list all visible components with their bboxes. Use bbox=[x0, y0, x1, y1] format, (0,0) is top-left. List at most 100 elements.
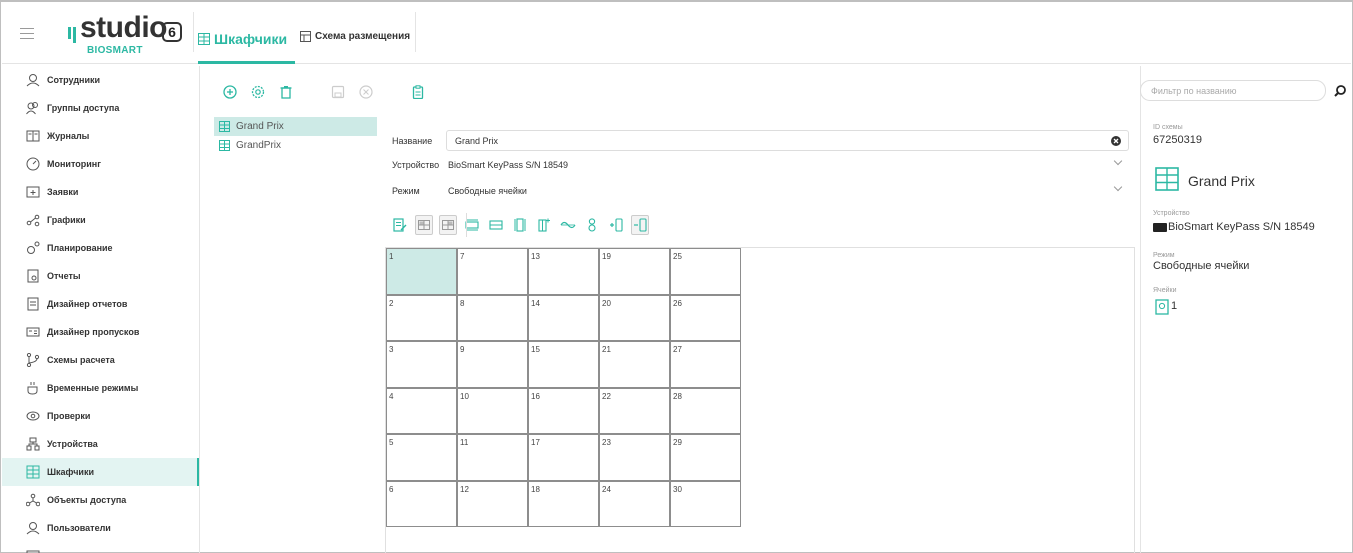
link-icon[interactable] bbox=[559, 215, 577, 235]
sidebar-item-label: Группы доступа bbox=[47, 103, 120, 113]
sidebar-item-partial[interactable] bbox=[2, 542, 199, 553]
clear-icon[interactable] bbox=[1111, 136, 1121, 146]
device-select[interactable]: BioSmart KeyPass S/N 18549 bbox=[448, 160, 568, 170]
sidebar-item[interactable]: Объекты доступа bbox=[2, 486, 199, 514]
sidebar-item-label: Мониторинг bbox=[47, 159, 101, 169]
device-label: Устройство bbox=[392, 160, 440, 170]
name-field[interactable]: Grand Prix bbox=[446, 130, 1129, 151]
sidebar-item[interactable]: Проверки bbox=[2, 402, 199, 430]
column-add-icon[interactable] bbox=[535, 215, 553, 235]
header-divider bbox=[415, 12, 416, 52]
sidebar-item-label: Схемы расчета bbox=[47, 355, 115, 365]
clipboard-icon[interactable] bbox=[410, 84, 426, 100]
locker-cell[interactable]: 7 bbox=[457, 248, 528, 295]
locker-cell[interactable]: 1 bbox=[386, 248, 457, 295]
locker-cell[interactable]: 25 bbox=[670, 248, 741, 295]
add-cell-icon[interactable] bbox=[607, 215, 625, 235]
add-icon[interactable] bbox=[222, 84, 238, 100]
sidebar-item-label: Устройства bbox=[47, 439, 98, 449]
locker-cell[interactable]: 29 bbox=[670, 434, 741, 481]
locker-cell[interactable]: 24 bbox=[599, 480, 670, 527]
name-value: Grand Prix bbox=[455, 135, 499, 146]
sidebar-item[interactable]: Журналы bbox=[2, 122, 199, 150]
sidebar-item-label: Графики bbox=[47, 215, 86, 225]
menu-icon[interactable] bbox=[20, 28, 34, 40]
list-item[interactable]: Grand Prix bbox=[214, 117, 377, 136]
locker-cell[interactable]: 21 bbox=[599, 341, 670, 388]
locker-cell[interactable]: 4 bbox=[386, 387, 457, 434]
list-item-label: Grand Prix bbox=[236, 121, 284, 132]
locker-cell[interactable]: 12 bbox=[457, 480, 528, 527]
locker-cell[interactable]: 6 bbox=[386, 480, 457, 527]
filter-input[interactable]: Фильтр по названию bbox=[1140, 80, 1326, 101]
list-item[interactable]: GrandPrix bbox=[214, 136, 377, 155]
sidebar-item[interactable]: Графики bbox=[2, 206, 199, 234]
locker-cell[interactable]: 10 bbox=[457, 387, 528, 434]
sidebar-item[interactable]: Схемы расчета bbox=[2, 346, 199, 374]
locker-cell[interactable]: 26 bbox=[670, 294, 741, 341]
sidebar-item[interactable]: Шкафчики bbox=[2, 458, 199, 486]
tab-lockers-label: Шкафчики bbox=[214, 31, 288, 47]
locker-cell[interactable]: 11 bbox=[457, 434, 528, 481]
tab-lockers[interactable]: Шкафчики bbox=[198, 29, 287, 49]
locker-cell[interactable]: 18 bbox=[528, 480, 599, 527]
sidebar-item-label: Отчеты bbox=[47, 271, 81, 281]
mode-value: Свободные ячейки bbox=[1153, 260, 1250, 272]
column-width-icon[interactable] bbox=[511, 215, 529, 235]
tab-layout-scheme[interactable]: Схема размещения bbox=[300, 31, 410, 42]
locker-cell[interactable]: 13 bbox=[528, 248, 599, 295]
key-icon[interactable] bbox=[583, 215, 601, 235]
cells-value: 1 bbox=[1171, 300, 1178, 312]
name-label: Название bbox=[392, 136, 433, 146]
request-icon bbox=[26, 185, 40, 199]
sidebar-item-label: Шкафчики bbox=[47, 467, 94, 477]
search-icon[interactable] bbox=[1333, 84, 1347, 98]
delete-icon[interactable] bbox=[278, 84, 294, 100]
edit-cells-icon[interactable] bbox=[391, 215, 409, 235]
locker-cell[interactable]: 22 bbox=[599, 387, 670, 434]
sidebar-item[interactable]: Группы доступа bbox=[2, 94, 199, 122]
sidebar-item-label: Проверки bbox=[47, 411, 91, 421]
locker-icon bbox=[26, 465, 40, 479]
locker-cell[interactable]: 3 bbox=[386, 341, 457, 388]
locker-cell[interactable]: 23 bbox=[599, 434, 670, 481]
locker-cell[interactable]: 30 bbox=[670, 480, 741, 527]
locker-cell[interactable]: 5 bbox=[386, 434, 457, 481]
locker-cell[interactable]: 15 bbox=[528, 341, 599, 388]
row-distribute-icon[interactable] bbox=[487, 215, 505, 235]
sidebar-item[interactable]: Отчеты bbox=[2, 262, 199, 290]
people-group-icon bbox=[26, 101, 40, 115]
locker-cell[interactable]: 19 bbox=[599, 248, 670, 295]
merge-cells-icon[interactable] bbox=[415, 215, 433, 235]
eye-icon bbox=[26, 409, 40, 423]
locker-cell[interactable]: 8 bbox=[457, 294, 528, 341]
sidebar-item-label: Дизайнер отчетов bbox=[47, 299, 128, 309]
scheme-id-value: 67250319 bbox=[1153, 134, 1202, 146]
locker-cell[interactable]: 27 bbox=[670, 341, 741, 388]
locker-cell[interactable]: 14 bbox=[528, 294, 599, 341]
cancel-icon[interactable] bbox=[358, 84, 374, 100]
sidebar-item[interactable]: Планирование bbox=[2, 234, 199, 262]
gear-icon[interactable] bbox=[250, 84, 266, 100]
scheme-icon bbox=[300, 31, 311, 42]
sidebar-item[interactable]: Дизайнер пропусков bbox=[2, 318, 199, 346]
locker-cell[interactable]: 17 bbox=[528, 434, 599, 481]
sidebar-item[interactable]: Дизайнер отчетов bbox=[2, 290, 199, 318]
table-icon bbox=[219, 121, 230, 132]
sidebar-item[interactable]: Заявки bbox=[2, 178, 199, 206]
sidebar-item[interactable]: Мониторинг bbox=[2, 150, 199, 178]
remove-cell-icon[interactable] bbox=[631, 215, 649, 235]
locker-cell[interactable]: 9 bbox=[457, 341, 528, 388]
split-cells-icon[interactable] bbox=[439, 215, 457, 235]
save-icon[interactable] bbox=[330, 84, 346, 100]
sidebar-item[interactable]: Сотрудники bbox=[2, 66, 199, 94]
locker-cell[interactable]: 20 bbox=[599, 294, 670, 341]
sidebar-item[interactable]: Временные режимы bbox=[2, 374, 199, 402]
sidebar-item[interactable]: Устройства bbox=[2, 430, 199, 458]
locker-cell[interactable]: 16 bbox=[528, 387, 599, 434]
locker-cell[interactable]: 2 bbox=[386, 294, 457, 341]
sidebar-item[interactable]: Пользователи bbox=[2, 514, 199, 542]
report-designer-icon bbox=[26, 297, 40, 311]
locker-cell[interactable]: 28 bbox=[670, 387, 741, 434]
mode-select[interactable]: Свободные ячейки bbox=[448, 186, 527, 196]
